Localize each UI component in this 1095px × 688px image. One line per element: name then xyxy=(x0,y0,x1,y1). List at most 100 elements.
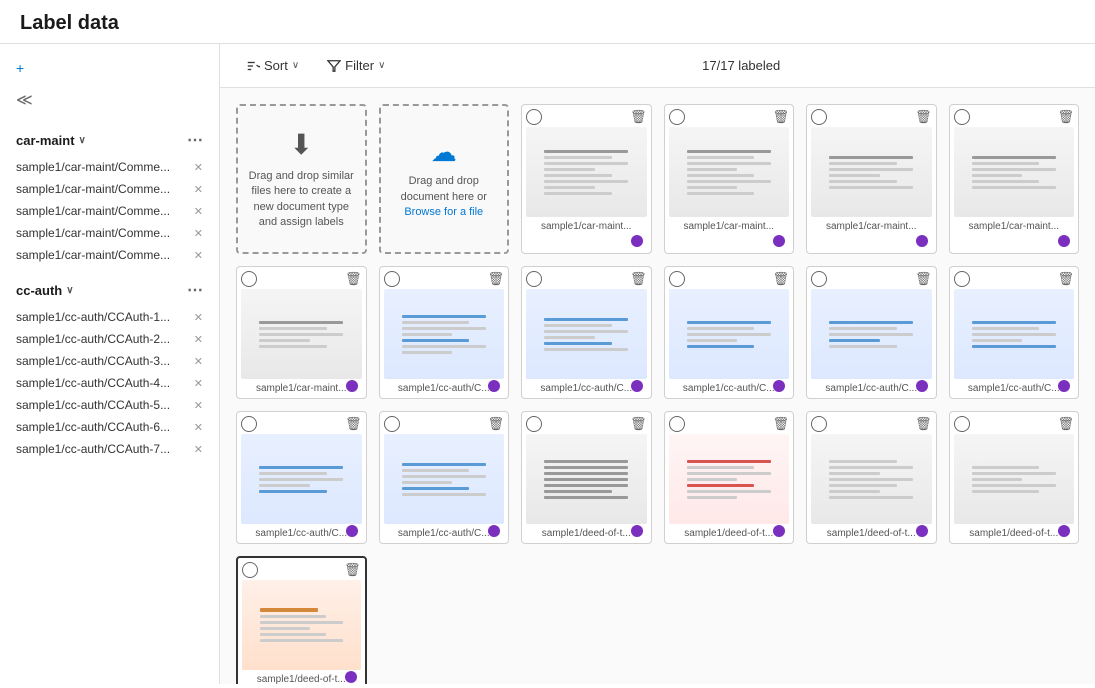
list-item[interactable]: sample1/cc-auth/CCAuth-1... ✕ xyxy=(0,306,219,328)
delete-icon[interactable]: 🗑 xyxy=(915,109,932,125)
list-item[interactable]: sample1/cc-auth/CCAuth-3... ✕ xyxy=(0,350,219,372)
delete-icon[interactable]: 🗑 xyxy=(344,562,361,578)
card-checkbox[interactable] xyxy=(384,416,400,432)
delete-icon[interactable]: 🗑 xyxy=(915,271,932,287)
grid-card-car-maint-2[interactable]: 🗑 xyxy=(664,104,795,254)
close-icon[interactable]: ✕ xyxy=(194,377,203,390)
delete-icon[interactable]: 🗑 xyxy=(630,416,647,432)
grid-upload-card[interactable]: ☁ Drag and drop document here or Browse … xyxy=(379,104,510,254)
delete-icon[interactable]: 🗑 xyxy=(487,416,504,432)
card-checkbox[interactable] xyxy=(954,416,970,432)
close-icon[interactable]: ✕ xyxy=(194,227,203,240)
card-checkbox[interactable] xyxy=(954,109,970,125)
list-item[interactable]: sample1/car-maint/Comme... ✕ xyxy=(0,200,219,222)
card-checkbox[interactable] xyxy=(242,562,258,578)
delete-icon[interactable]: 🗑 xyxy=(630,109,647,125)
close-icon[interactable]: ✕ xyxy=(194,311,203,324)
list-item[interactable]: sample1/cc-auth/CCAuth-2... ✕ xyxy=(0,328,219,350)
delete-icon[interactable]: 🗑 xyxy=(1057,271,1074,287)
sidebar-section-cc-auth-menu[interactable]: ⋯ xyxy=(187,280,203,300)
list-item[interactable]: sample1/cc-auth/CCAuth-4... ✕ xyxy=(0,372,219,394)
list-item[interactable]: sample1/car-maint/Comme... ✕ xyxy=(0,156,219,178)
card-checkbox[interactable] xyxy=(526,271,542,287)
delete-icon[interactable]: 🗑 xyxy=(772,416,789,432)
close-icon[interactable]: ✕ xyxy=(194,205,203,218)
sidebar-section-car-maint-toggle[interactable]: car-maint ∨ xyxy=(16,133,86,148)
delete-icon[interactable]: 🗑 xyxy=(487,271,504,287)
card-checkbox[interactable] xyxy=(811,271,827,287)
grid-card-car-maint-1[interactable]: 🗑 xyxy=(521,104,652,254)
close-icon[interactable]: ✕ xyxy=(194,333,203,346)
list-item[interactable]: sample1/cc-auth/CCAuth-6... ✕ xyxy=(0,416,219,438)
grid-card-deed-4[interactable]: 🗑 sample1/deed xyxy=(806,411,937,544)
sidebar-section-cc-auth-toggle[interactable]: cc-auth ∨ xyxy=(16,283,74,298)
grid-card-cc-auth-2[interactable]: 🗑 sample1/cc-auth/C... xyxy=(521,266,652,399)
sidebar-section-cc-auth-label: cc-auth xyxy=(16,283,62,298)
close-icon[interactable]: ✕ xyxy=(194,355,203,368)
delete-icon[interactable]: 🗑 xyxy=(915,416,932,432)
grid-card-cc-auth-5[interactable]: 🗑 sample1/cc-auth/C... xyxy=(949,266,1080,399)
delete-icon[interactable]: 🗑 xyxy=(772,271,789,287)
grid-card-car-maint-4[interactable]: 🗑 sample1/car-maint... xyxy=(949,104,1080,254)
labeled-dot xyxy=(345,671,357,683)
grid-card-cc-auth-1[interactable]: 🗑 sample1/cc-a xyxy=(379,266,510,399)
delete-icon[interactable]: 🗑 xyxy=(630,271,647,287)
card-checkbox[interactable] xyxy=(526,416,542,432)
card-checkbox[interactable] xyxy=(526,109,542,125)
close-icon[interactable]: ✕ xyxy=(194,161,203,174)
delete-icon[interactable]: 🗑 xyxy=(345,416,362,432)
collapse-button[interactable]: ≪ xyxy=(0,84,219,116)
list-item[interactable]: sample1/cc-auth/CCAuth-7... ✕ xyxy=(0,438,219,460)
delete-icon[interactable]: 🗑 xyxy=(345,271,362,287)
sidebar-section-car-maint-menu[interactable]: ⋯ xyxy=(187,130,203,150)
grid-card-car-maint-5[interactable]: 🗑 sample1/car-maint... xyxy=(236,266,367,399)
labeled-count: 17/17 labeled xyxy=(407,58,1075,73)
card-checkbox[interactable] xyxy=(241,271,257,287)
grid-card-cc-auth-6[interactable]: 🗑 sample1/cc-auth/C... xyxy=(236,411,367,544)
card-checkbox[interactable] xyxy=(669,271,685,287)
list-item[interactable]: sample1/car-maint/Comme... ✕ xyxy=(0,178,219,200)
list-item[interactable]: sample1/car-maint/Comme... ✕ xyxy=(0,244,219,266)
grid-card-cc-auth-3[interactable]: 🗑 sample1/cc-auth/C... xyxy=(664,266,795,399)
grid-card-deed-6[interactable]: 🗑 sample1/deed-of-t... xyxy=(236,556,367,684)
browse-link[interactable]: Browse for a file xyxy=(404,206,483,218)
card-filename: sample1/deed-of-t... xyxy=(242,674,361,684)
labeled-dot xyxy=(916,235,928,247)
chevron-down-icon: ∨ xyxy=(79,135,86,146)
card-checkbox[interactable] xyxy=(669,416,685,432)
card-filename: sample1/deed-of-t... xyxy=(526,528,647,539)
close-icon[interactable]: ✕ xyxy=(194,443,203,456)
labeled-dot xyxy=(773,235,785,247)
delete-icon[interactable]: 🗑 xyxy=(1057,109,1074,125)
filter-button[interactable]: Filter ∨ xyxy=(321,54,391,77)
close-icon[interactable]: ✕ xyxy=(194,421,203,434)
add-button[interactable]: + xyxy=(0,52,219,84)
close-icon[interactable]: ✕ xyxy=(194,399,203,412)
delete-icon[interactable]: 🗑 xyxy=(1057,416,1074,432)
card-checkbox[interactable] xyxy=(241,416,257,432)
close-icon[interactable]: ✕ xyxy=(194,249,203,262)
filter-icon xyxy=(327,59,341,73)
list-item[interactable]: sample1/cc-auth/CCAuth-5... ✕ xyxy=(0,394,219,416)
card-checkbox[interactable] xyxy=(811,416,827,432)
grid-card-deed-3[interactable]: 🗑 sample1/deed xyxy=(664,411,795,544)
list-item[interactable]: sample1/car-maint/Comme... ✕ xyxy=(0,222,219,244)
delete-icon[interactable]: 🗑 xyxy=(772,109,789,125)
card-checkbox[interactable] xyxy=(954,271,970,287)
card-thumbnail xyxy=(954,434,1075,524)
sort-label: Sort xyxy=(264,58,288,73)
grid-card-cc-auth-4[interactable]: 🗑 sample1/cc-auth/C... xyxy=(806,266,937,399)
card-checkbox[interactable] xyxy=(384,271,400,287)
sidebar-upload-card[interactable]: ⬇ Drag and drop similar files here to cr… xyxy=(236,104,367,254)
sort-button[interactable]: Sort ∨ xyxy=(240,54,305,77)
main-content: Sort ∨ Filter ∨ 17/17 labeled ⬇ Drag and… xyxy=(220,44,1095,684)
labeled-dot xyxy=(631,380,643,392)
card-filename: sample1/cc-auth/C... xyxy=(384,383,505,394)
grid-card-deed-5[interactable]: 🗑 sample1/deed-of-t... xyxy=(949,411,1080,544)
grid-card-car-maint-3[interactable]: 🗑 sample1/car-maint... xyxy=(806,104,937,254)
grid-card-deed-1[interactable]: 🗑 sample1/cc-auth/C... xyxy=(379,411,510,544)
close-icon[interactable]: ✕ xyxy=(194,183,203,196)
card-checkbox[interactable] xyxy=(811,109,827,125)
card-checkbox[interactable] xyxy=(669,109,685,125)
grid-card-deed-2[interactable]: 🗑 sample1/deed xyxy=(521,411,652,544)
